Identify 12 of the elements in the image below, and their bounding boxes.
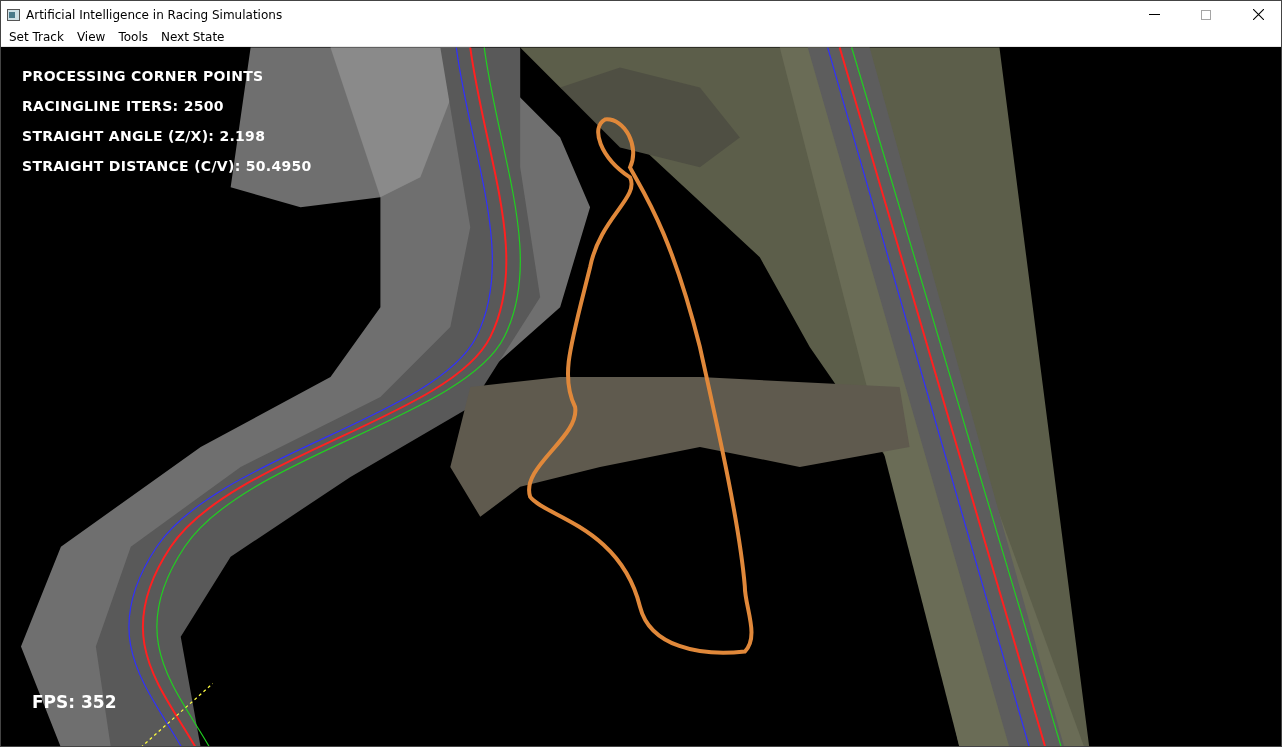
close-icon bbox=[1252, 9, 1264, 20]
menu-item[interactable]: Set Track bbox=[3, 28, 71, 46]
maximize-icon bbox=[1201, 9, 1211, 20]
menu-item[interactable]: Next State bbox=[154, 28, 232, 46]
window-title: Artificial Intelligence in Racing Simulations bbox=[26, 7, 284, 22]
app-icon bbox=[7, 8, 20, 21]
menu-item[interactable]: View bbox=[70, 28, 113, 46]
menu-item[interactable]: Tools bbox=[112, 28, 155, 46]
hud-text: RACINGLINE ITERS: 2500 bbox=[22, 98, 224, 114]
hud-text: PROCESSING CORNER POINTS bbox=[22, 68, 264, 84]
hud-text: STRAIGHT DISTANCE (C/V): 50.4950 bbox=[22, 158, 312, 174]
minimize-icon bbox=[1148, 14, 1160, 15]
